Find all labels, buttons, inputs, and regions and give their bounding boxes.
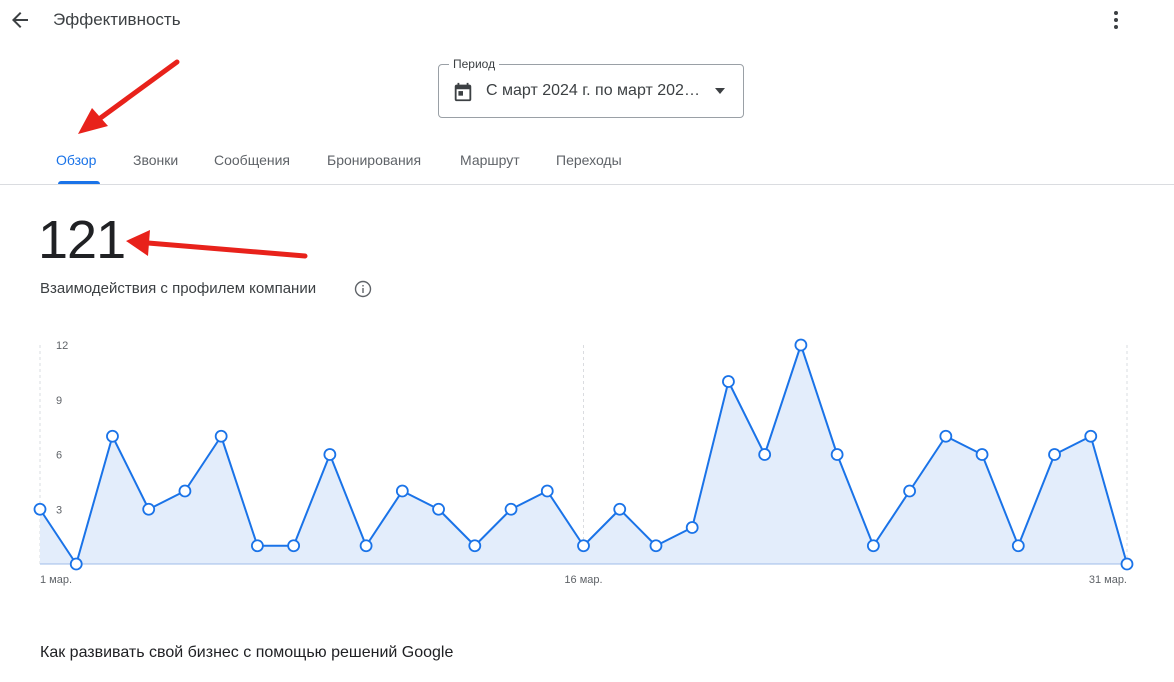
chart-data-point: [106, 429, 119, 443]
tab-overview[interactable]: Обзор: [56, 152, 96, 168]
chart-data-point: [577, 539, 590, 553]
chart-data-point: [1011, 539, 1025, 553]
growth-tips-heading: Как развивать свой бизнес с помощью реше…: [40, 644, 454, 661]
tab-bookings[interactable]: Бронирования: [327, 152, 421, 168]
annotation-arrow-tab: [78, 59, 180, 134]
chart-data-point: [432, 502, 445, 516]
chart-data-point: [722, 375, 735, 388]
chart-data-point: [214, 429, 228, 443]
chart-y-tick-label: 6: [56, 450, 62, 462]
chart-data-point: [1120, 557, 1134, 571]
tab-calls[interactable]: Звонки: [133, 152, 178, 168]
chart-data-point: [395, 484, 409, 498]
chart-data-point: [287, 539, 301, 553]
tab-directions[interactable]: Маршрут: [460, 152, 520, 168]
chart-data-point: [142, 502, 156, 516]
chart-y-tick-label: 9: [56, 395, 62, 407]
arrow-back-icon[interactable]: [8, 8, 32, 32]
top-bar: Эффективность: [0, 0, 1174, 40]
chart-data-point: [866, 539, 880, 553]
tab-messages[interactable]: Сообщения: [214, 152, 290, 168]
active-tab-indicator: [58, 181, 100, 184]
period-value: С март 2024 г. по март 202…: [486, 82, 700, 99]
chart-data-point: [939, 429, 953, 443]
chart-y-tick-label: 12: [56, 340, 68, 352]
chart-x-tick-label: 16 мар.: [564, 574, 602, 586]
info-icon[interactable]: [354, 280, 372, 298]
chart-data-point: [178, 484, 192, 498]
chart-x-tick-label: 31 мар.: [1089, 574, 1127, 586]
tab-bar: Обзор Звонки Сообщения Бронирования Марш…: [0, 140, 1174, 185]
calendar-icon: [454, 82, 472, 102]
tab-website-clicks[interactable]: Переходы: [556, 152, 622, 168]
chart-data-point: [975, 448, 989, 461]
chart-data-point: [1048, 448, 1061, 461]
chart-data-point: [613, 502, 627, 516]
chart-data-point: [758, 448, 772, 461]
dropdown-arrow-icon: [715, 88, 725, 94]
annotation-arrow-number: [126, 230, 308, 259]
chart-data-point: [830, 448, 844, 461]
chart-data-point: [504, 502, 518, 516]
chart-data-point: [903, 484, 916, 498]
chart-data-point: [1084, 429, 1098, 443]
interactions-chart: 3 6 9 12 1 мар. 16 мар. 31 мар.: [33, 338, 1134, 586]
period-selector[interactable]: Период С март 2024 г. по март 202…: [438, 57, 744, 118]
page-title: Эффективность: [53, 10, 181, 29]
chart-y-tick-label: 3: [56, 504, 62, 516]
period-label: Период: [449, 57, 500, 71]
more-vert-icon[interactable]: [1104, 8, 1128, 32]
chart-data-point: [33, 502, 47, 516]
chart-data-point: [323, 448, 337, 461]
metric-label: Взаимодействия с профилем компании: [40, 280, 317, 297]
chart-data-point: [69, 557, 83, 571]
chart-data-point: [540, 484, 554, 498]
chart-data-point: [649, 539, 663, 553]
chart-data-point: [359, 539, 373, 553]
chart-data-point: [250, 539, 264, 553]
chart-x-tick-label: 1 мар.: [40, 574, 72, 586]
interactions-total: 121: [38, 210, 126, 270]
chart-data-point: [794, 338, 808, 352]
chart-data-point: [468, 539, 482, 553]
chart-data-point: [685, 521, 699, 534]
